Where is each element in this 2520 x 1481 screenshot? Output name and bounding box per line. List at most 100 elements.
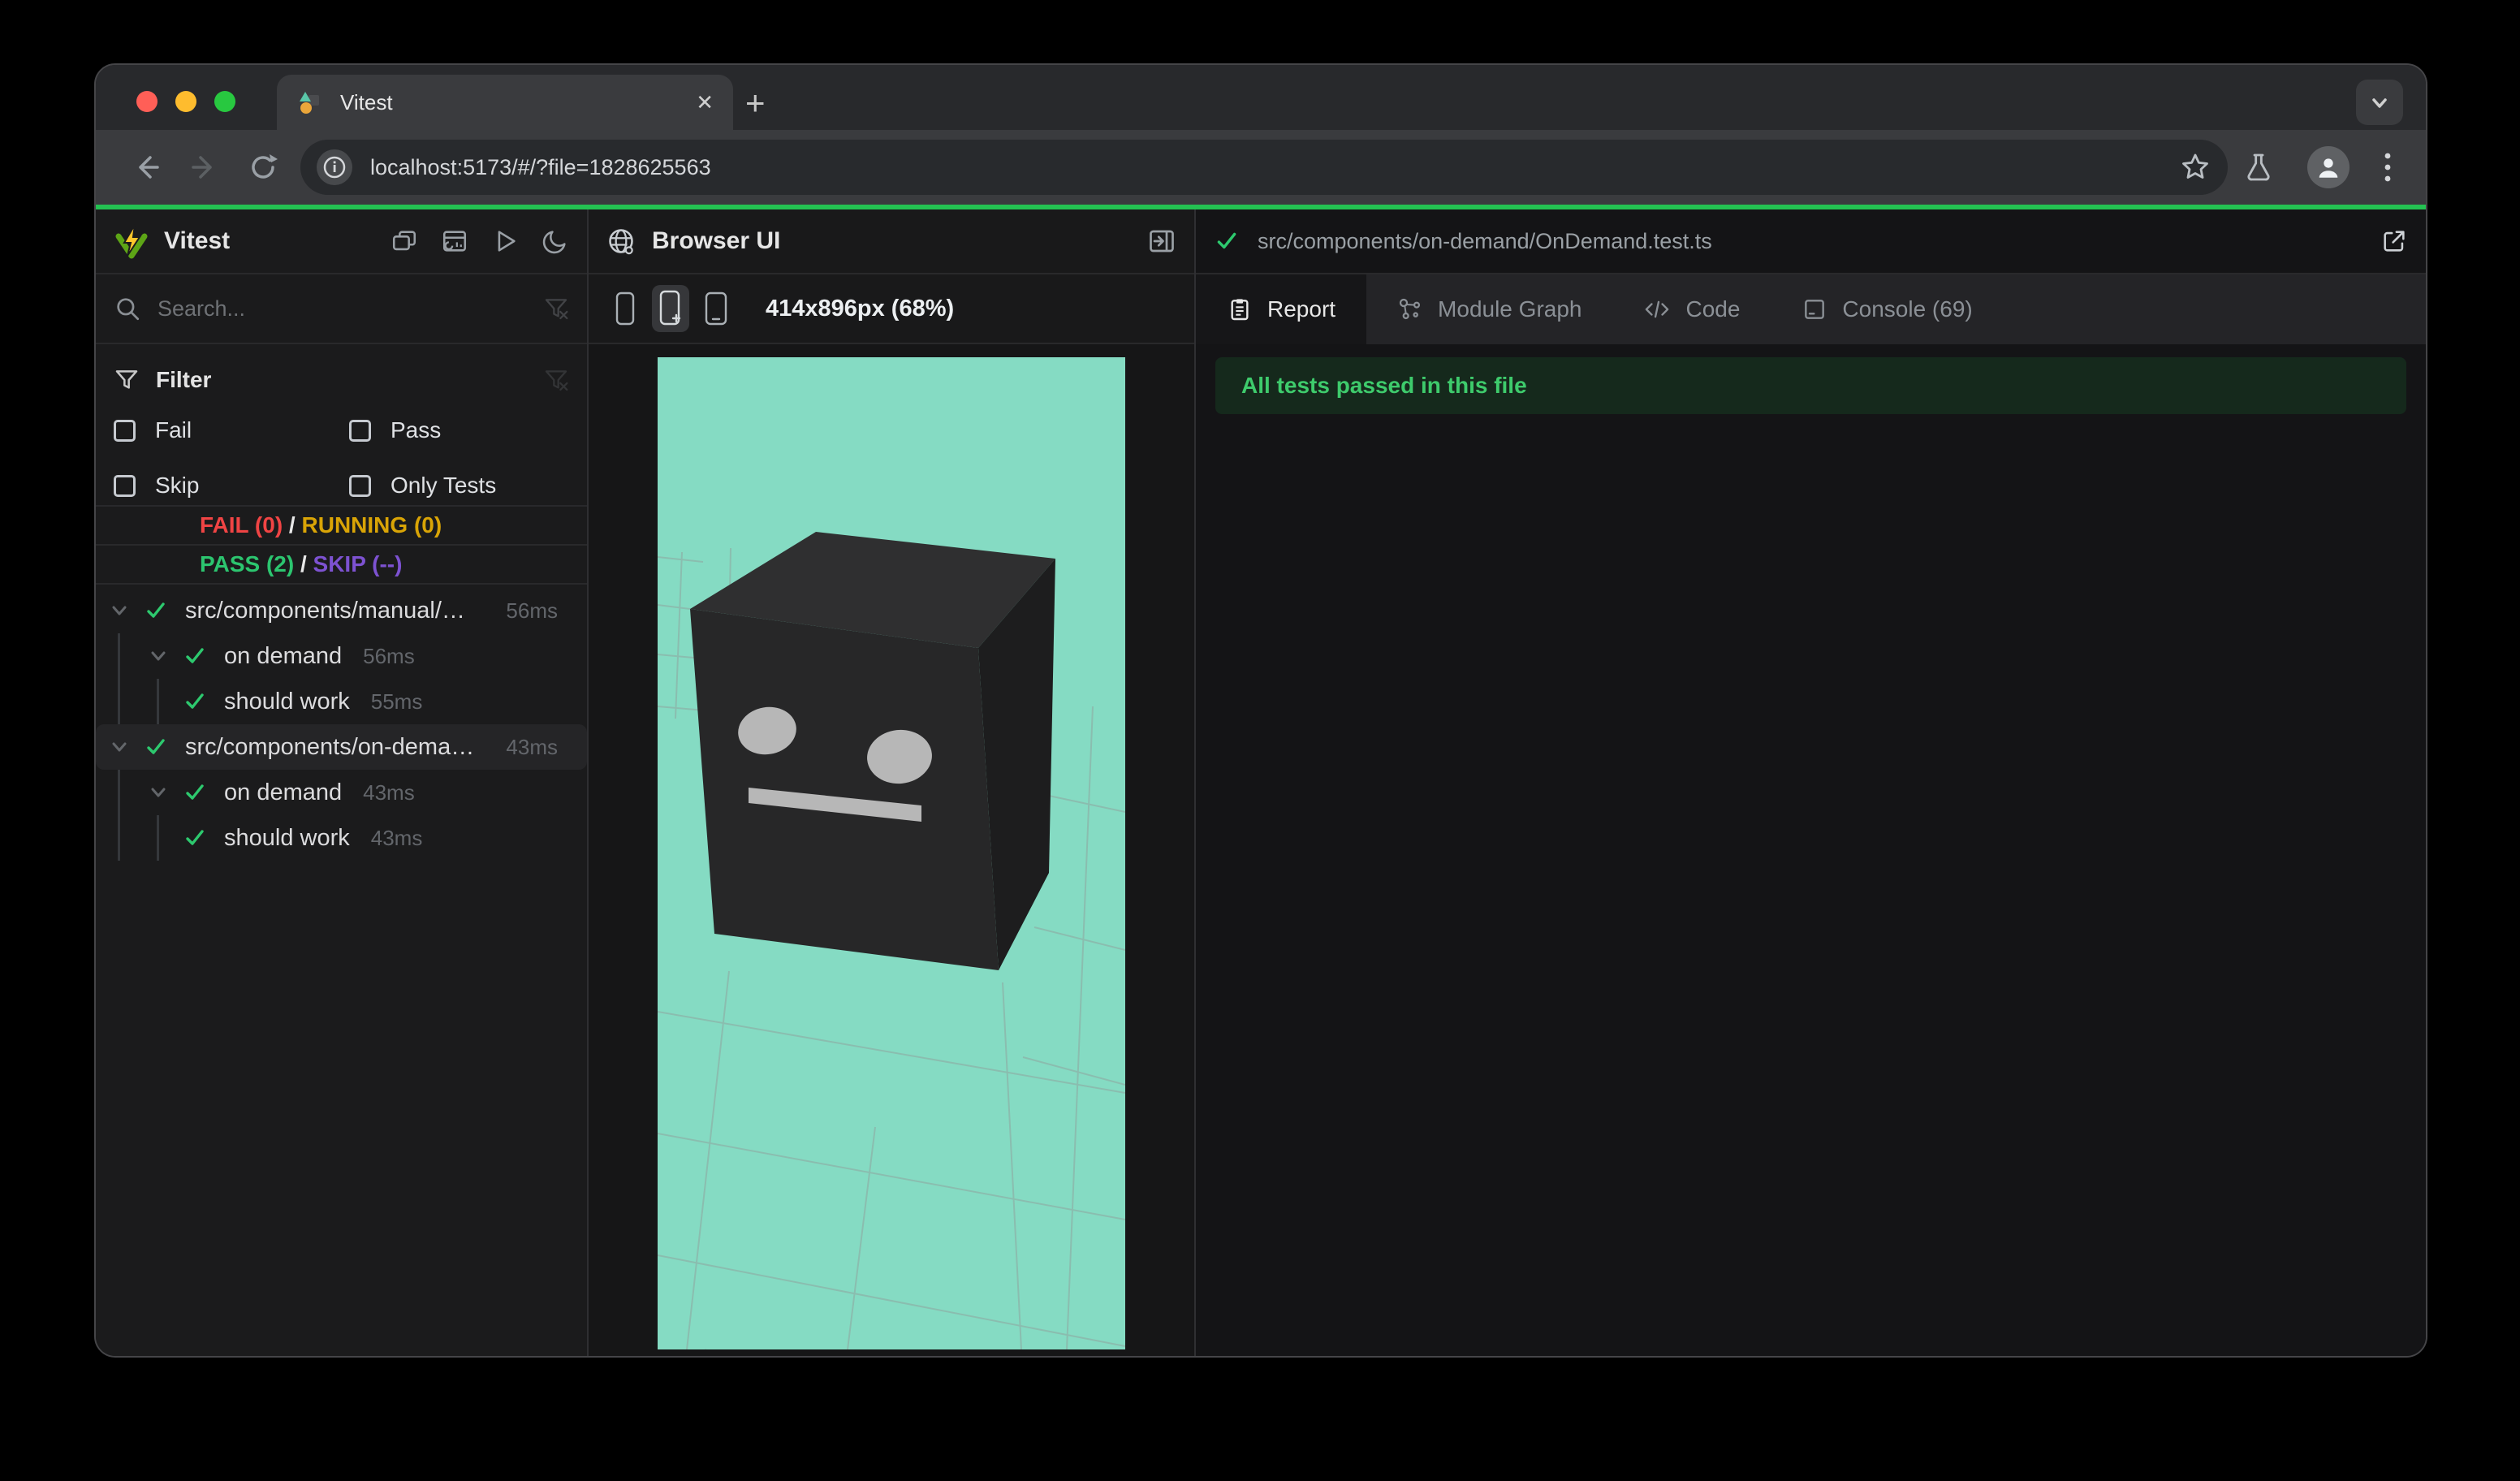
tab-report[interactable]: Report xyxy=(1196,274,1367,344)
console-icon xyxy=(1805,300,1825,319)
tree-row-test[interactable]: should work 55ms xyxy=(96,679,587,724)
test-duration: 43ms xyxy=(506,734,558,759)
test-duration: 55ms xyxy=(370,689,423,714)
filter-checkbox-pass[interactable]: Pass xyxy=(349,417,441,443)
checkbox-icon[interactable] xyxy=(114,419,136,442)
back-button[interactable] xyxy=(117,151,175,184)
tab-title: Vitest xyxy=(340,89,393,114)
experiments-flask-icon[interactable] xyxy=(2242,151,2275,184)
filter-label: Pass xyxy=(391,417,442,443)
test-browser-viewport[interactable] xyxy=(658,357,1125,1349)
new-tab-button[interactable]: + xyxy=(745,86,766,120)
tab-code[interactable]: Code xyxy=(1612,274,1771,344)
device-phone-plus-button[interactable] xyxy=(652,285,689,332)
browser-toolbar: localhost:5173/#/?file=1828625563 xyxy=(96,130,2426,205)
browser-window: Vitest ✕ + localhost:5173/#/?file=182862… xyxy=(94,63,2427,1358)
minimize-window-button[interactable] xyxy=(175,91,196,112)
filter-section: Filter Fail Pass Skip Only Tests xyxy=(96,344,587,507)
preview-header: Browser UI xyxy=(589,209,1194,274)
vitest-ui: Vitest Search... Filter Fail Pass Skip O… xyxy=(96,209,2426,1356)
vitest-logo-icon xyxy=(114,223,149,259)
person-icon xyxy=(2319,158,2338,178)
report-icon xyxy=(1231,299,1249,321)
viewport-resolution: 414x896px (68%) xyxy=(766,295,955,322)
checkbox-icon[interactable] xyxy=(349,474,371,497)
filter-checkbox-skip[interactable]: Skip xyxy=(114,473,349,499)
browser-menu-icon[interactable] xyxy=(2382,149,2393,185)
run-all-icon[interactable] xyxy=(491,227,519,255)
chevron-down-icon[interactable] xyxy=(107,735,132,759)
filter-checkbox-only-tests[interactable]: Only Tests xyxy=(349,473,496,499)
zoom-window-button[interactable] xyxy=(214,91,235,112)
filter-title: Filter xyxy=(156,367,212,392)
report-content: All tests passed in this file xyxy=(1196,344,2426,1356)
test-name: should work xyxy=(224,824,350,851)
chevron-down-icon[interactable] xyxy=(146,780,170,805)
filter-funnel-icon xyxy=(114,367,140,393)
device-small-phone-button[interactable] xyxy=(606,285,644,332)
banner-text: All tests passed in this file xyxy=(1241,373,1527,398)
report-tabs: Report Module Graph Code Console (69) xyxy=(1196,274,2426,344)
tab-console[interactable]: Console (69) xyxy=(1771,274,2003,344)
filter-clear-icon[interactable] xyxy=(543,367,569,393)
search-row: Search... xyxy=(96,274,587,344)
search-input[interactable]: Search... xyxy=(158,296,543,322)
tree-row-test[interactable]: should work 43ms xyxy=(96,815,587,861)
dark-mode-moon-icon[interactable] xyxy=(542,227,569,255)
skip-count: SKIP (--) xyxy=(313,551,403,576)
test-duration: 56ms xyxy=(363,643,415,668)
site-info-icon[interactable] xyxy=(317,149,352,185)
module-graph-icon xyxy=(1399,298,1421,320)
pass-count: PASS (2) xyxy=(200,551,295,576)
separator: / xyxy=(283,512,302,538)
clear-filter-icon[interactable] xyxy=(543,296,569,322)
threejs-scene xyxy=(658,532,1125,1349)
reload-button[interactable] xyxy=(234,151,292,184)
browser-tab[interactable]: Vitest ✕ xyxy=(277,75,733,130)
url-text: localhost:5173/#/?file=1828625563 xyxy=(370,154,711,179)
running-count: RUNNING (0) xyxy=(301,512,442,538)
chevron-down-icon xyxy=(2372,98,2387,108)
profile-avatar[interactable] xyxy=(2307,146,2350,188)
report-header: src/components/on-demand/OnDemand.test.t… xyxy=(1196,209,2426,274)
test-duration: 43ms xyxy=(363,779,415,805)
tree-row-file-selected[interactable]: src/components/on-dema… 43ms xyxy=(96,724,587,770)
pass-check-icon xyxy=(183,780,207,805)
forward-arrow-icon xyxy=(192,156,212,179)
summary-fail-running: FAIL (0) / RUNNING (0) xyxy=(96,507,587,546)
browser-preview-panel: Browser UI 414x896px (68%) xyxy=(589,209,1196,1356)
open-external-icon[interactable] xyxy=(2380,227,2408,255)
all-tests-passed-banner: All tests passed in this file xyxy=(1215,357,2406,414)
chevron-down-icon[interactable] xyxy=(107,598,132,623)
bookmark-star-icon[interactable] xyxy=(2179,151,2211,184)
test-name: should work xyxy=(224,688,350,715)
address-bar[interactable]: localhost:5173/#/?file=1828625563 xyxy=(300,140,2228,195)
explorer-header: Vitest xyxy=(96,209,587,274)
tree-row-file[interactable]: src/components/manual/… 56ms xyxy=(96,588,587,633)
test-tree: src/components/manual/… 56ms on demand 5… xyxy=(96,585,587,1356)
pass-check-icon xyxy=(183,689,207,714)
tree-row-suite[interactable]: on demand 56ms xyxy=(96,633,587,679)
chevron-down-icon[interactable] xyxy=(146,644,170,668)
filter-checkbox-fail[interactable]: Fail xyxy=(114,417,349,443)
preview-area xyxy=(589,344,1194,1356)
tab-module-graph[interactable]: Module Graph xyxy=(1366,274,1612,344)
traffic-lights xyxy=(136,91,235,112)
close-window-button[interactable] xyxy=(136,91,158,112)
device-tablet-button[interactable] xyxy=(697,285,735,332)
dashboard-icon[interactable] xyxy=(441,227,468,255)
tab-close-icon[interactable]: ✕ xyxy=(696,92,714,113)
collapse-panel-icon[interactable] xyxy=(1147,227,1176,256)
collapse-windows-icon[interactable] xyxy=(391,227,418,255)
device-toolbar: 414x896px (68%) xyxy=(589,274,1194,344)
forward-button[interactable] xyxy=(175,151,234,184)
toolbar-right-icons xyxy=(2242,146,2405,188)
filter-label: Skip xyxy=(155,473,200,498)
test-suite-name: on demand xyxy=(224,642,343,669)
test-explorer-panel: Vitest Search... Filter Fail Pass Skip O… xyxy=(96,209,589,1356)
checkbox-icon[interactable] xyxy=(114,474,136,497)
pass-check-icon xyxy=(183,644,207,668)
tree-row-suite[interactable]: on demand 43ms xyxy=(96,770,587,815)
tab-search-button[interactable] xyxy=(2356,80,2403,125)
checkbox-icon[interactable] xyxy=(349,419,371,442)
